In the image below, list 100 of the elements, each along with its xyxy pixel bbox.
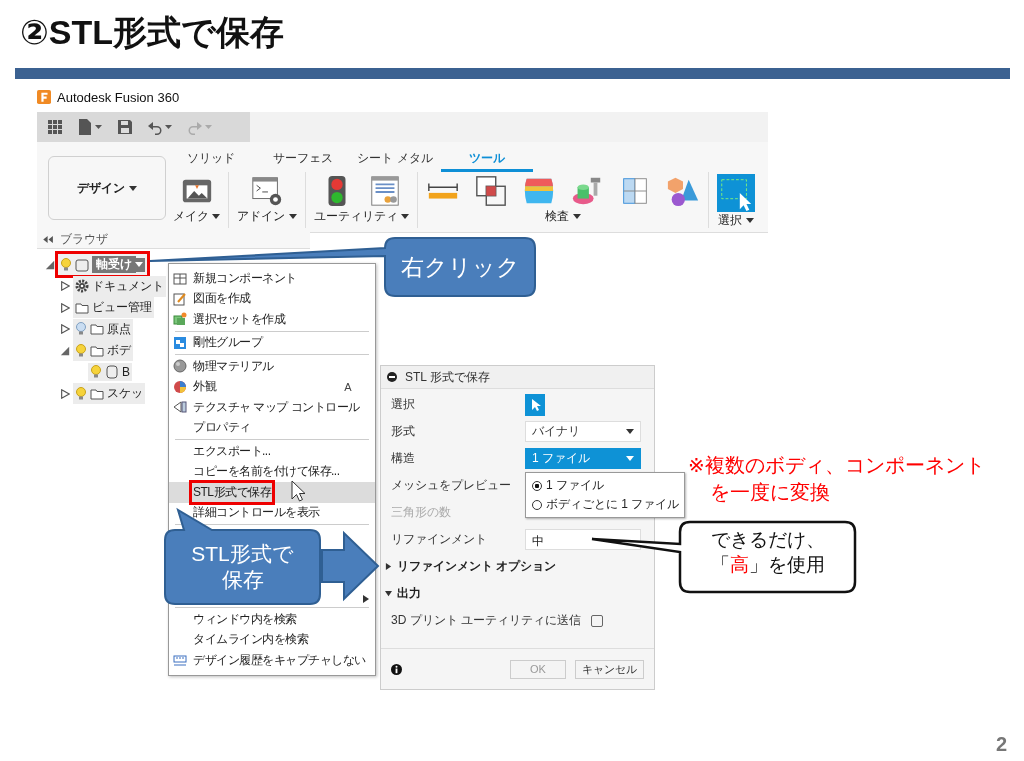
caret-icon bbox=[288, 214, 297, 220]
menu-item[interactable]: STL形式で保存 bbox=[169, 482, 375, 503]
menu-item[interactable]: 外観 A bbox=[169, 376, 375, 397]
select-pointer-button[interactable] bbox=[525, 393, 545, 416]
collapsed-triangle-icon[interactable] bbox=[385, 563, 392, 570]
ribbon-tab[interactable]: ソリッド bbox=[165, 142, 257, 172]
caret-icon bbox=[128, 185, 137, 191]
app-title: Autodesk Fusion 360 bbox=[57, 89, 180, 105]
input-field[interactable]: 中 bbox=[525, 529, 641, 550]
overlap-squares-icon[interactable] bbox=[474, 174, 509, 208]
caret-icon bbox=[572, 214, 581, 220]
caret-icon bbox=[401, 214, 410, 220]
menu-item[interactable]: テクスチャ マップ コントロール bbox=[169, 397, 375, 418]
tool-group-dropdown[interactable]: メイク bbox=[173, 208, 221, 225]
caret-icon[interactable] bbox=[133, 257, 145, 272]
section-header[interactable]: リファインメント オプション bbox=[397, 558, 557, 575]
script-gear-icon[interactable] bbox=[250, 174, 284, 208]
field-label: 構造 bbox=[391, 450, 416, 467]
caret-icon bbox=[626, 456, 634, 461]
tree-row[interactable]: スケッ bbox=[73, 383, 145, 405]
grid-icon[interactable] bbox=[47, 119, 63, 135]
lightbulb-icon[interactable] bbox=[75, 343, 87, 358]
file-icon[interactable] bbox=[77, 119, 103, 135]
field-label: メッシュをプレビュー bbox=[391, 477, 512, 494]
undo-icon[interactable] bbox=[147, 119, 173, 135]
lightbulb-icon[interactable] bbox=[60, 257, 72, 272]
menu-item[interactable]: 新規コンポーネント bbox=[169, 268, 375, 289]
rigid-group-icon bbox=[173, 335, 187, 350]
tool-group-dropdown[interactable]: ユーティリティ bbox=[313, 208, 410, 225]
component-icon bbox=[173, 271, 187, 286]
selected-tree-row[interactable]: 軸受け bbox=[58, 254, 147, 276]
menu-item[interactable]: 物理マテリアル bbox=[169, 356, 375, 377]
lightbulb-icon[interactable] bbox=[90, 365, 102, 380]
app-logo-icon bbox=[37, 90, 51, 104]
tool-group-dropdown[interactable]: アドイン bbox=[237, 208, 297, 225]
field-label: 形式 bbox=[391, 423, 416, 440]
cancel-button[interactable]: キャンセル bbox=[575, 659, 644, 679]
select-tool-icon[interactable] bbox=[717, 174, 756, 212]
menu-item[interactable]: タイムライン内を検索 bbox=[169, 629, 375, 650]
menu-item[interactable]: デザイン履歴をキャプチャしない bbox=[169, 650, 375, 671]
section-header[interactable]: 出力 bbox=[397, 585, 421, 602]
dropdown-option[interactable]: ボディごとに 1 ファイル bbox=[526, 495, 684, 514]
menu-item[interactable]: 剛性グループ bbox=[169, 332, 375, 353]
ribbon-tab[interactable]: シート メタル bbox=[349, 142, 441, 172]
tree-row[interactable]: 原点 bbox=[73, 318, 133, 340]
mouse-pointer-icon bbox=[291, 480, 306, 502]
checkbox[interactable] bbox=[591, 614, 603, 627]
menu-item[interactable]: コピーを名前を付けて保存... bbox=[169, 461, 375, 482]
appearance-sphere-icon bbox=[173, 379, 187, 394]
gear-icon bbox=[75, 279, 89, 294]
tree-item-label: スケッ bbox=[107, 385, 143, 403]
tree-row[interactable]: ドキュメント bbox=[73, 275, 166, 297]
field-label: 3D プリント ユーティリティに送信 bbox=[391, 612, 581, 629]
note-text: ※複数のボディ、コンポーネント bbox=[688, 453, 985, 478]
tree-row[interactable]: ビュー管理 bbox=[73, 297, 154, 319]
folder-icon bbox=[75, 300, 89, 315]
browser-title: ブラウザ bbox=[60, 231, 108, 248]
collapsed-triangle-icon[interactable] bbox=[60, 281, 70, 292]
lightbulb-icon[interactable] bbox=[75, 322, 87, 337]
shortcut-key: A bbox=[344, 380, 351, 393]
double-left-arrow-icon[interactable] bbox=[43, 236, 54, 243]
lightbulb-icon[interactable] bbox=[75, 386, 87, 401]
collapsed-triangle-icon[interactable] bbox=[60, 302, 70, 313]
tree-row[interactable]: ボデ bbox=[73, 340, 133, 362]
collapse-icon[interactable] bbox=[387, 372, 397, 382]
expanded-triangle-icon[interactable] bbox=[60, 345, 70, 356]
info-icon[interactable] bbox=[391, 663, 402, 675]
radio-button[interactable] bbox=[532, 480, 542, 491]
tool-group-dropdown[interactable]: 選択 bbox=[718, 212, 754, 229]
tree-row[interactable]: B bbox=[88, 363, 132, 382]
menu-item[interactable]: 図面を作成 bbox=[169, 288, 375, 309]
tree-item-label: ボデ bbox=[107, 342, 131, 360]
dropdown-field[interactable]: バイナリ bbox=[525, 421, 641, 442]
speech-text: 「 bbox=[710, 553, 730, 575]
expanded-triangle-icon[interactable] bbox=[385, 590, 392, 597]
field-label: 三角形の数 bbox=[391, 504, 452, 521]
expanded-triangle-icon[interactable] bbox=[45, 259, 55, 270]
tree-item-label: 原点 bbox=[107, 320, 131, 338]
menu-item[interactable]: エクスポート... bbox=[169, 441, 375, 462]
save-icon[interactable] bbox=[117, 119, 133, 135]
tool-group-dropdown[interactable]: 検査 bbox=[545, 208, 581, 225]
material-sphere-icon bbox=[173, 359, 187, 374]
radio-button[interactable] bbox=[532, 499, 542, 510]
collapsed-triangle-icon[interactable] bbox=[60, 324, 70, 335]
ribbon-tab[interactable]: サーフェス bbox=[257, 142, 349, 172]
menu-item[interactable]: 選択セットを作成 bbox=[169, 309, 375, 330]
dropdown-option[interactable]: 1 ファイル bbox=[526, 476, 684, 495]
dialog-title: STL 形式で保存 bbox=[405, 368, 490, 386]
field-label: 選択 bbox=[391, 396, 416, 413]
right-arrow-shape bbox=[321, 530, 380, 602]
menu-item[interactable]: プロパティ bbox=[169, 417, 375, 438]
workspace-dropdown[interactable]: デザイン bbox=[48, 156, 166, 220]
note-text: を一度に変換 bbox=[710, 480, 830, 505]
box-icon bbox=[75, 257, 89, 272]
collapsed-triangle-icon[interactable] bbox=[60, 388, 70, 399]
menu-item[interactable]: ウィンドウ内を検索 bbox=[169, 609, 375, 630]
slide-title: ②STL形式で保存 bbox=[20, 12, 284, 53]
field-label: リファインメント bbox=[391, 531, 488, 548]
selection-set-icon bbox=[173, 312, 187, 327]
menu-item[interactable]: 詳細コントロールを表示 bbox=[169, 502, 375, 523]
